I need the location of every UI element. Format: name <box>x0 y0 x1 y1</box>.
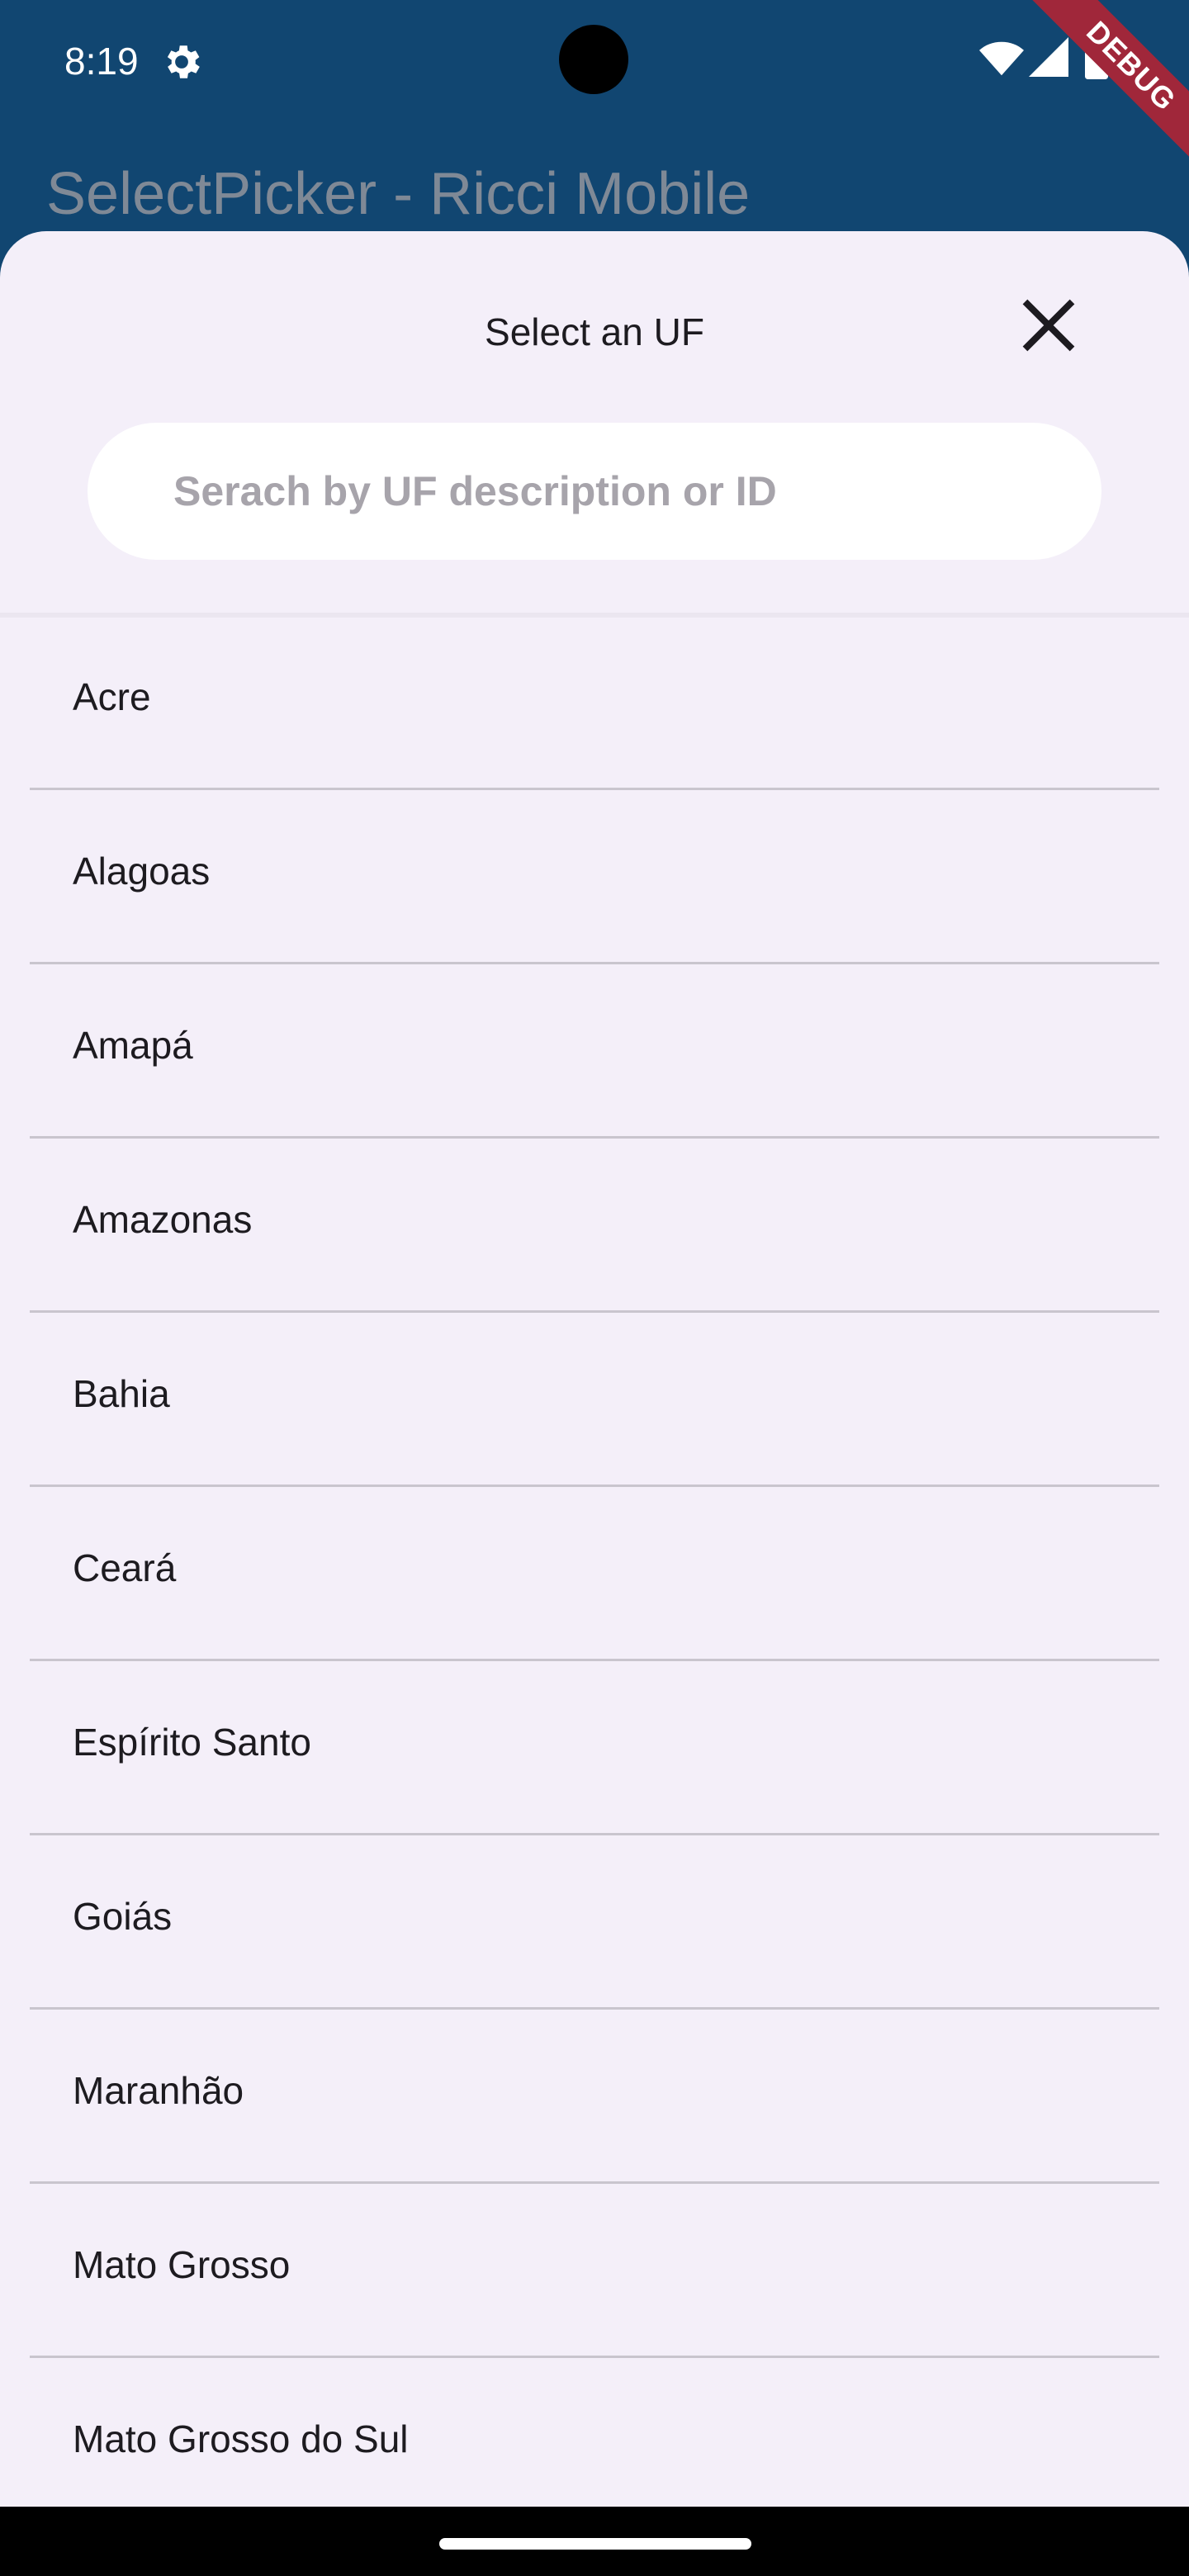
status-bar: 8:19 <box>0 0 1189 124</box>
list-item-amapa[interactable]: Amapá <box>30 964 1159 1139</box>
app-bar-title: SelectPicker - Ricci Mobile <box>46 161 751 227</box>
sheet-title: Select an UF <box>485 310 704 353</box>
list-item-label: Mato Grosso do Sul <box>73 2417 409 2460</box>
list-item-label: Bahia <box>73 1372 170 1415</box>
uf-list: Acre Alagoas Amapá Amazonas Bahia Ceará … <box>30 616 1159 2510</box>
home-handle[interactable] <box>439 2538 751 2550</box>
list-item-mato-grosso[interactable]: Mato Grosso <box>30 2184 1159 2358</box>
camera-cutout <box>559 25 628 94</box>
search-input[interactable] <box>173 423 1065 560</box>
list-item-espirito-santo[interactable]: Espírito Santo <box>30 1661 1159 1835</box>
list-item-mato-grosso-do-sul[interactable]: Mato Grosso do Sul <box>30 2358 1159 2510</box>
list-item-label: Maranhão <box>73 2069 244 2112</box>
debug-ribbon: DEBUG <box>1024 0 1189 165</box>
list-item-label: Goiás <box>73 1895 173 1938</box>
list-item-maranhao[interactable]: Maranhão <box>30 2010 1159 2184</box>
close-icon[interactable] <box>1012 289 1085 362</box>
wifi-icon <box>979 41 1024 76</box>
list-item-ceara[interactable]: Ceará <box>30 1487 1159 1661</box>
list-item-label: Mato Grosso <box>73 2243 291 2286</box>
list-item-label: Amapá <box>73 1024 193 1067</box>
list-item-label: Amazonas <box>73 1198 253 1241</box>
list-item-alagoas[interactable]: Alagoas <box>30 790 1159 964</box>
settings-icon <box>167 45 200 78</box>
list-item-goias[interactable]: Goiás <box>30 1835 1159 2010</box>
debug-banner-label: DEBUG <box>1024 0 1189 165</box>
search-box[interactable] <box>88 423 1101 560</box>
list-item-label: Acre <box>73 675 151 718</box>
list-item-label: Ceará <box>73 1546 177 1589</box>
navigation-bar <box>0 2507 1189 2576</box>
list-item-acre[interactable]: Acre <box>30 616 1159 790</box>
bottom-sheet: Select an UF Acre Alagoas Amapá Amazonas… <box>0 231 1189 2510</box>
sheet-header: Select an UF <box>0 231 1189 618</box>
status-time: 8:19 <box>64 40 139 83</box>
list-item-label: Espírito Santo <box>73 1721 311 1764</box>
list-item-label: Alagoas <box>73 850 211 893</box>
list-item-amazonas[interactable]: Amazonas <box>30 1139 1159 1313</box>
list-item-bahia[interactable]: Bahia <box>30 1313 1159 1487</box>
